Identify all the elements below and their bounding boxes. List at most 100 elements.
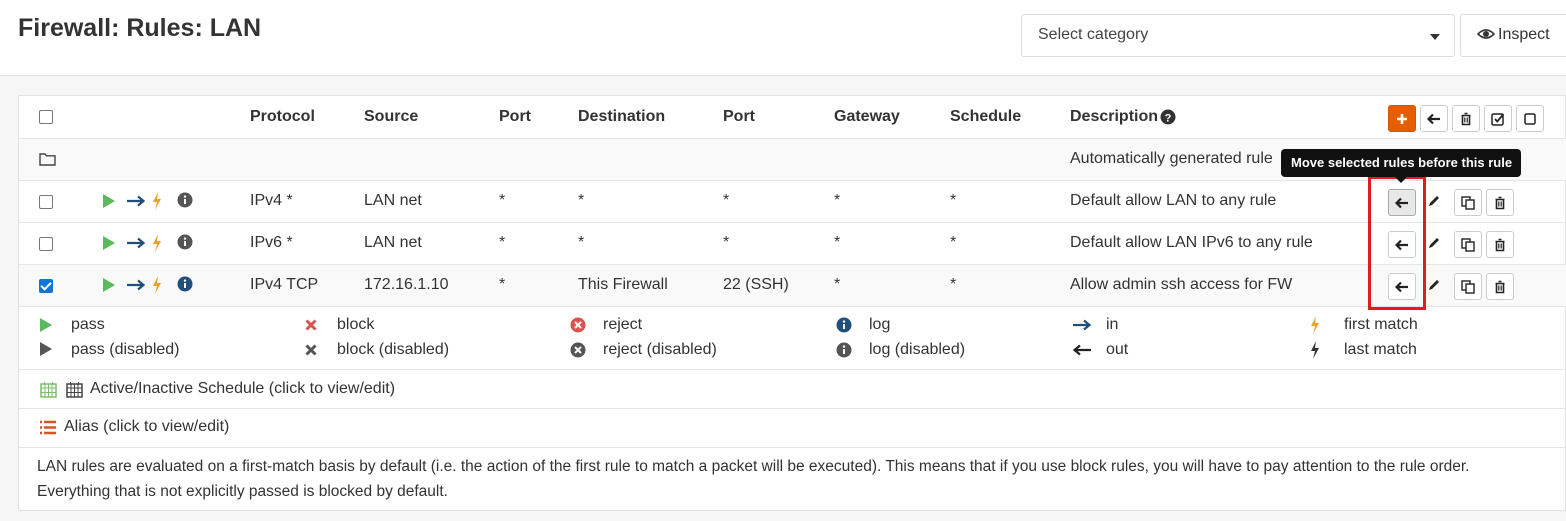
edit-pencil-icon[interactable] bbox=[1427, 278, 1441, 292]
edit-pencil-icon[interactable] bbox=[1427, 236, 1441, 250]
info-icon[interactable] bbox=[177, 276, 193, 292]
table-row[interactable]: IPv4 * LAN net * * * * * Default allow L… bbox=[19, 181, 1566, 223]
col-protocol: Protocol bbox=[250, 108, 315, 125]
legend: pass pass (disabled) block block (disabl… bbox=[19, 308, 1566, 370]
trash-icon bbox=[1495, 196, 1505, 209]
first-match-bolt-icon bbox=[153, 234, 161, 252]
delete-selected-button[interactable] bbox=[1452, 105, 1480, 132]
trash-icon bbox=[1495, 280, 1505, 293]
plus-icon bbox=[1397, 113, 1407, 124]
row-schedule: * bbox=[950, 192, 957, 209]
col-destination-port: Port bbox=[723, 108, 755, 125]
toggle-selected-button[interactable] bbox=[1484, 105, 1512, 132]
copy-rule-button[interactable] bbox=[1454, 273, 1482, 300]
row-protocol: IPv4 * bbox=[250, 192, 293, 209]
col-description: Description bbox=[1070, 108, 1159, 125]
add-rule-button[interactable] bbox=[1388, 105, 1416, 132]
delete-rule-button[interactable] bbox=[1486, 231, 1514, 258]
calendar-inactive-icon bbox=[66, 382, 83, 398]
col-source-port: Port bbox=[499, 108, 531, 125]
move-rules-tooltip: Move selected rules before this rule bbox=[1281, 149, 1521, 183]
disable-selected-button[interactable] bbox=[1516, 105, 1544, 132]
copy-rule-button[interactable] bbox=[1454, 231, 1482, 258]
arrow-left-icon bbox=[1427, 113, 1440, 124]
legend-pass-disabled: pass (disabled) bbox=[71, 341, 180, 358]
trash-icon bbox=[1495, 238, 1505, 251]
schedule-note: Active/Inactive Schedule (click to view/… bbox=[90, 380, 396, 397]
block-disabled-icon bbox=[305, 344, 317, 356]
table-row[interactable]: IPv4 TCP 172.16.1.10 * This Firewall 22 … bbox=[19, 265, 1566, 307]
select-all-checkbox[interactable] bbox=[39, 110, 53, 124]
row-description: Default allow LAN IPv6 to any rule bbox=[1070, 234, 1313, 251]
first-match-bolt-icon bbox=[153, 276, 161, 294]
first-match-bolt-icon bbox=[1311, 316, 1319, 334]
row-destination: * bbox=[578, 192, 585, 209]
schedule-note-row: Active/Inactive Schedule (click to view/… bbox=[19, 370, 1566, 409]
row-gateway: * bbox=[834, 234, 841, 251]
log-disabled-icon bbox=[836, 342, 852, 358]
top-bar: Firewall: Rules: LAN Select category Ins… bbox=[0, 0, 1566, 76]
first-match-bolt-icon bbox=[153, 192, 161, 210]
col-destination: Destination bbox=[578, 108, 666, 125]
info-icon[interactable] bbox=[177, 234, 193, 250]
row-source: LAN net bbox=[364, 192, 422, 209]
pass-icon[interactable] bbox=[102, 193, 116, 209]
row-source-port: * bbox=[499, 276, 506, 293]
arrow-right-in-icon bbox=[127, 195, 146, 207]
row-gateway: * bbox=[834, 192, 841, 209]
legend-reject-disabled: reject (disabled) bbox=[603, 341, 717, 358]
row-source: 172.16.1.10 bbox=[364, 276, 449, 293]
row-destination-port: * bbox=[723, 192, 730, 209]
move-selected-button[interactable] bbox=[1420, 105, 1448, 132]
help-icon[interactable]: ? bbox=[1160, 109, 1176, 125]
row-checkbox[interactable] bbox=[39, 237, 53, 251]
check-square-icon bbox=[1491, 112, 1505, 126]
table-row[interactable]: IPv6 * LAN net * * * * * Default allow L… bbox=[19, 223, 1566, 265]
reject-icon bbox=[570, 317, 586, 333]
highlight-box bbox=[1368, 176, 1426, 310]
inspect-button[interactable]: Inspect bbox=[1460, 14, 1566, 57]
arrow-right-in-icon bbox=[127, 279, 146, 291]
row-destination-port: 22 (SSH) bbox=[723, 276, 789, 293]
auto-rules-description: Automatically generated rule bbox=[1070, 150, 1273, 167]
delete-rule-button[interactable] bbox=[1486, 189, 1514, 216]
svg-text:?: ? bbox=[1165, 113, 1172, 125]
col-source: Source bbox=[364, 108, 419, 125]
eye-icon bbox=[1477, 29, 1495, 39]
info-icon[interactable] bbox=[177, 192, 193, 208]
pass-icon bbox=[40, 318, 52, 332]
caret-down-icon bbox=[1430, 34, 1440, 40]
alias-note-row: Alias (click to view/edit) bbox=[19, 409, 1566, 448]
reject-disabled-icon bbox=[570, 342, 586, 358]
edit-pencil-icon[interactable] bbox=[1427, 194, 1441, 208]
folder-icon[interactable] bbox=[39, 152, 56, 166]
row-source-port: * bbox=[499, 192, 506, 209]
delete-rule-button[interactable] bbox=[1486, 273, 1514, 300]
pass-icon[interactable] bbox=[102, 277, 116, 293]
square-icon bbox=[1524, 112, 1536, 125]
copy-rule-button[interactable] bbox=[1454, 189, 1482, 216]
copy-icon bbox=[1461, 279, 1475, 294]
row-checkbox[interactable] bbox=[39, 195, 53, 209]
row-gateway: * bbox=[834, 276, 841, 293]
trash-icon bbox=[1461, 112, 1471, 125]
legend-out: out bbox=[1106, 341, 1129, 358]
log-icon bbox=[836, 317, 852, 333]
copy-icon bbox=[1461, 237, 1475, 252]
pass-icon[interactable] bbox=[102, 235, 116, 251]
row-destination: This Firewall bbox=[578, 276, 668, 293]
pass-disabled-icon bbox=[40, 342, 52, 356]
row-protocol: IPv6 * bbox=[250, 234, 293, 251]
category-select-value: Select category bbox=[1038, 26, 1149, 43]
alias-note: Alias (click to view/edit) bbox=[64, 418, 230, 435]
legend-log-disabled: log (disabled) bbox=[869, 341, 966, 358]
row-description: Default allow LAN to any rule bbox=[1070, 192, 1277, 209]
legend-in: in bbox=[1106, 316, 1119, 333]
row-schedule: * bbox=[950, 234, 957, 251]
row-source-port: * bbox=[499, 234, 506, 251]
col-schedule: Schedule bbox=[950, 108, 1022, 125]
category-select[interactable]: Select category bbox=[1021, 14, 1455, 57]
legend-block: block bbox=[337, 316, 375, 333]
row-description: Allow admin ssh access for FW bbox=[1070, 276, 1293, 293]
row-checkbox[interactable] bbox=[39, 279, 53, 293]
